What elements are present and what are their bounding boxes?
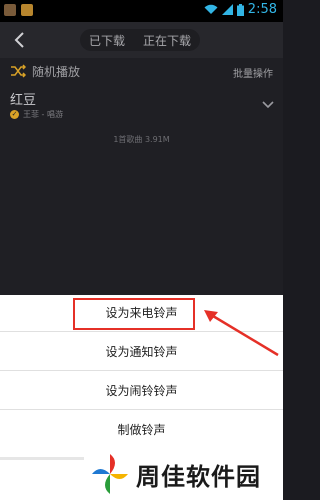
highlight-box	[73, 298, 195, 330]
shuffle-icon	[11, 64, 26, 78]
notification-icons	[4, 4, 33, 16]
make-ringtone-button[interactable]: 制做铃声	[0, 412, 283, 449]
song-count: 1首歌曲 3.91M	[113, 135, 170, 144]
quality-badge-icon: ✓	[10, 110, 19, 119]
pinwheel-logo-icon	[92, 454, 128, 494]
song-title: 红豆	[10, 93, 37, 108]
system-icons: 2:58	[204, 2, 277, 17]
song-artist-album: 王菲 - 唱游	[23, 110, 63, 119]
clock: 2:58	[247, 2, 277, 17]
top-bar: 已下载 正在下载	[0, 22, 283, 58]
batch-operation-button[interactable]: 批量操作	[233, 65, 273, 80]
wifi-icon	[204, 4, 218, 14]
app-notification-icon	[21, 4, 33, 16]
list-item[interactable]: 红豆 ✓ 王菲 - 唱游	[0, 86, 283, 130]
annotation-arrow-icon	[204, 310, 279, 357]
back-arrow-icon[interactable]	[10, 28, 30, 52]
divider	[0, 457, 84, 460]
tab-downloaded[interactable]: 已下载	[80, 29, 134, 51]
shuffle-play-row[interactable]: 随机播放 批量操作	[0, 58, 283, 84]
song-meta: ✓ 王菲 - 唱游	[10, 109, 63, 120]
watermark: 周佳软件园	[0, 447, 283, 500]
watermark-text: 周佳软件园	[136, 463, 261, 491]
download-tabs: 已下载 正在下载	[80, 29, 201, 51]
status-bar: 2:58	[0, 0, 283, 22]
tab-downloading[interactable]: 正在下载	[134, 29, 200, 51]
app-notification-icon	[4, 4, 16, 16]
battery-icon	[236, 3, 244, 16]
chevron-down-icon[interactable]	[261, 97, 275, 111]
song-list: 随机播放 批量操作 红豆 ✓ 王菲 - 唱游 1首歌曲 3.91M	[0, 58, 283, 295]
signal-icon	[221, 4, 233, 15]
shuffle-play-label: 随机播放	[32, 65, 81, 79]
set-alarm-ringtone-button[interactable]: 设为闹铃铃声	[0, 373, 283, 410]
